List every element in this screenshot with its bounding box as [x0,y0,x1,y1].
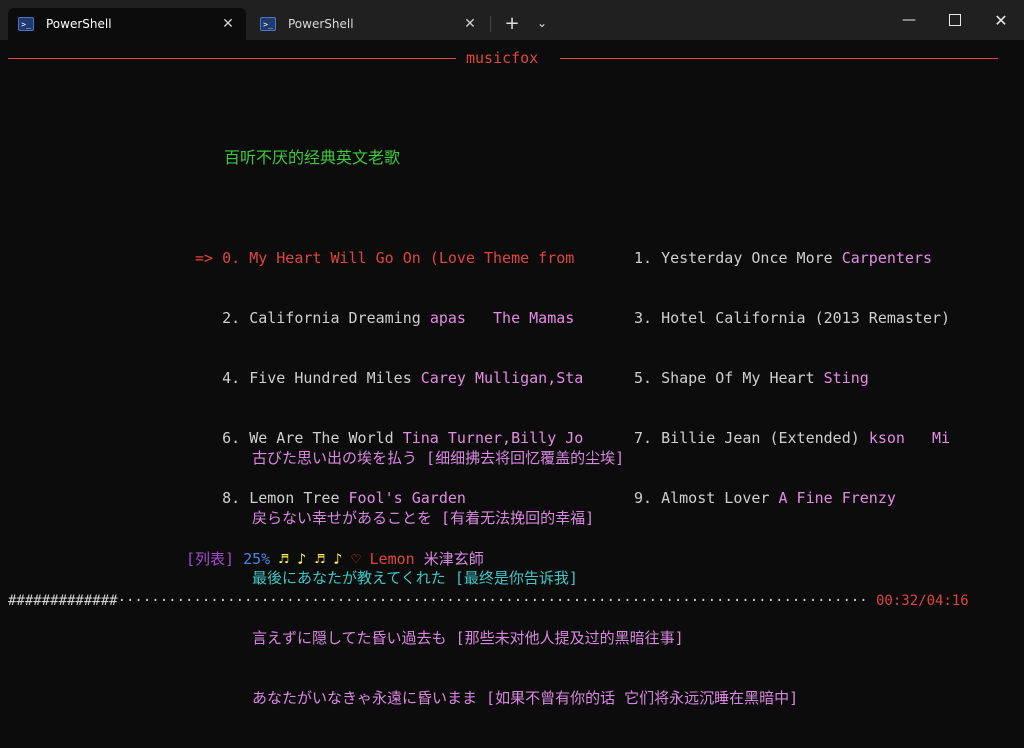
volume-percent: 25% [243,550,271,568]
app-title: musicfox [466,49,539,67]
tab-powershell-1[interactable]: >_ PowerShell ✕ [8,8,246,40]
terminal-content[interactable]: musicfox 百听不厌的经典英文老歌 => 0. My Heart Will… [0,40,1024,707]
now-playing-status: [列表] 25% ♬ ♪ ♬ ♪ ♡ Lemon 米津玄師 [186,549,484,569]
song-artist: kson Mi [868,429,951,447]
song-item[interactable]: 3. Hotel California (2013 Remaster) [634,308,950,328]
play-time: 00:32/04:16 [876,593,969,609]
maximize-icon [949,14,961,26]
song-item[interactable]: 1. Yesterday Once More Carpenters [634,248,950,268]
song-number: 1. [634,249,653,267]
song-artist: apas The Mamas [429,309,575,327]
powershell-icon: >_ [260,17,276,31]
maximize-button[interactable] [932,0,978,40]
close-icon[interactable]: ✕ [462,16,478,32]
lyrics-panel: 古びた思い出の埃を払う [细细拂去将回忆覆盖的尘埃] 戻らない幸せがあることを … [252,408,798,748]
tab-divider [490,16,491,32]
song-number: 2. [222,309,241,327]
song-number: 6. [222,429,241,447]
song-number: 4. [222,369,241,387]
progress-bar[interactable]: #############···························… [8,591,868,611]
tab-label: PowerShell [288,17,354,31]
plus-icon: + [504,12,520,34]
terminal-window: >_ PowerShell ✕ >_ PowerShell ✕ + ⌄ — ✕ [0,0,1024,707]
cursor-arrow: => [195,249,214,267]
now-playing-artist: 米津玄師 [423,550,484,568]
song-name: My Heart Will Go On (Love Theme from [249,249,575,267]
minimize-button[interactable]: — [886,0,932,40]
song-name: Hotel California (2013 Remaster) [661,309,951,327]
lyric-line: あなたがいなきゃ永遠に昏いまま [如果不曾有你的话 它们将永远沉睡在黑暗中] [252,689,799,707]
song-number: 5. [634,369,653,387]
song-item[interactable]: 4. Five Hundred Miles Carey Mulligan,Sta [195,368,583,388]
song-number: 8. [222,489,241,507]
lyric-line: 言えずに隠してた昏い過去も [那些未对他人提及过的黑暗往事] [252,629,684,647]
song-artist: Carpenters [841,249,933,267]
new-tab-button[interactable]: + [499,10,525,36]
song-item[interactable]: => 0. My Heart Will Go On (Love Theme fr… [195,248,583,268]
minimize-icon: — [902,12,916,28]
title-bar: >_ PowerShell ✕ >_ PowerShell ✕ + ⌄ — ✕ [0,0,1024,40]
lyric-line-current: 最後にあなたが教えてくれた [最终是你告诉我] [252,569,578,587]
song-name: Yesterday Once More [661,249,833,267]
play-mode-tag: [列表] [186,550,235,568]
chevron-down-icon: ⌄ [536,16,548,30]
powershell-icon: >_ [18,17,34,31]
tab-label: PowerShell [46,17,112,31]
song-name: California Dreaming [249,309,421,327]
lyric-line: 古びた思い出の埃を払う [细细拂去将回忆覆盖的尘埃] [252,449,625,467]
heart-icon[interactable]: ♡ [351,550,360,568]
window-close-button[interactable]: ✕ [978,0,1024,40]
song-artist: Carey Mulligan,Sta [420,369,584,387]
song-number: 0. [222,249,241,267]
header-rule-left [8,58,456,59]
lyric-line: 戻らない幸せがあることを [有着无法挽回的幸福] [252,509,595,527]
close-icon: ✕ [994,10,1008,30]
playlist-title: 百听不厌的经典英文老歌 [224,148,401,167]
close-icon[interactable]: ✕ [220,16,236,32]
tab-dropdown-button[interactable]: ⌄ [529,10,555,36]
tab-powershell-2[interactable]: >_ PowerShell ✕ [250,8,488,40]
song-number: 3. [634,309,653,327]
song-artist: Sting [823,369,869,387]
song-item[interactable]: 2. California Dreaming apas The Mamas [195,308,583,328]
song-item[interactable]: 5. Shape Of My Heart Sting [634,368,950,388]
header-rule-right [560,58,998,59]
music-notes-icon: ♬ ♪ ♬ ♪ [279,550,343,568]
now-playing-song: Lemon [369,550,415,568]
song-name: Shape Of My Heart [661,369,815,387]
song-name: Five Hundred Miles [249,369,412,387]
